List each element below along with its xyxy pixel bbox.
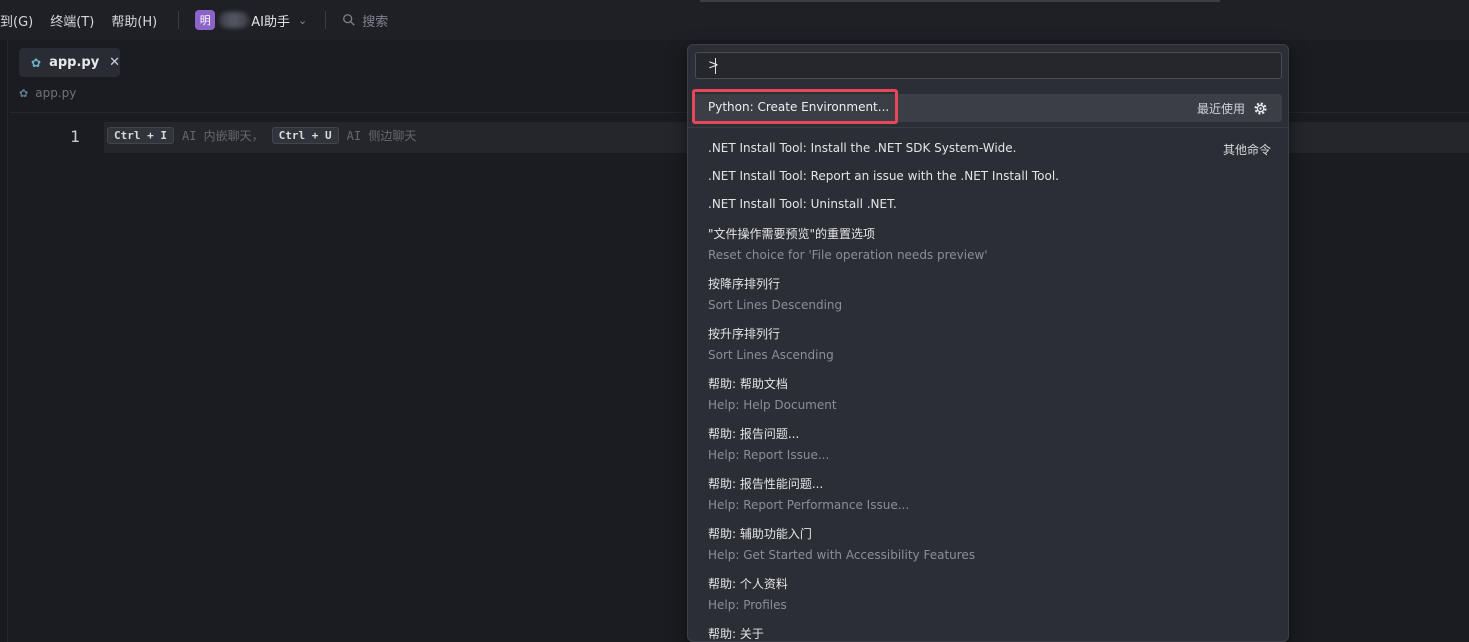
command-subtitle: Help: Get Started with Accessibility Fea… bbox=[708, 548, 976, 562]
menu-divider bbox=[325, 11, 327, 29]
recent-tag: 最近使用 bbox=[1197, 100, 1268, 117]
tab-app-py[interactable]: ✿ app.py ✕ bbox=[19, 48, 120, 77]
command-item[interactable]: 帮助: 辅助功能入门 bbox=[708, 525, 812, 542]
text-cursor bbox=[715, 58, 716, 74]
chevron-down-icon: ⌄ bbox=[297, 13, 308, 27]
gear-icon[interactable] bbox=[1253, 101, 1268, 116]
annotation-highlight-box bbox=[692, 89, 898, 124]
shortcut-key: Ctrl + I bbox=[107, 127, 174, 144]
command-item[interactable]: 帮助: 个人资料 bbox=[708, 575, 788, 592]
command-item[interactable]: 帮助: 报告性能问题... bbox=[708, 475, 823, 492]
command-subtitle: Help: Report Issue... bbox=[708, 448, 830, 462]
command-subtitle: Reset choice for 'File operation needs p… bbox=[708, 248, 988, 262]
command-item[interactable]: 帮助: 关于 bbox=[708, 625, 764, 641]
recent-label: 最近使用 bbox=[1196, 102, 1245, 116]
command-item[interactable]: .NET Install Tool: Report an issue with … bbox=[708, 169, 1059, 183]
project-switcher[interactable]: 明 AI助手 ⌄ bbox=[195, 10, 307, 30]
line-number: 1 bbox=[70, 127, 80, 146]
activity-strip bbox=[0, 40, 8, 642]
command-item[interactable]: "文件操作需要预览"的重置选项 bbox=[708, 225, 875, 242]
command-item[interactable]: 按降序排列行 bbox=[708, 275, 780, 292]
group-label: 其他命令 bbox=[1222, 143, 1271, 157]
window-top-border bbox=[700, 0, 1220, 2]
search-icon bbox=[343, 14, 355, 26]
menu-help[interactable]: 帮助(H) bbox=[111, 11, 157, 30]
project-name: AI助手 bbox=[251, 14, 290, 30]
menu-bar: 到(G) 终端(T) 帮助(H) 明 AI助手 ⌄ 搜索 bbox=[0, 0, 1469, 40]
command-subtitle: Help: Report Performance Issue... bbox=[708, 498, 910, 512]
search-placeholder: 搜索 bbox=[362, 14, 389, 30]
menu-goto[interactable]: 到(G) bbox=[0, 11, 33, 30]
command-subtitle: Sort Lines Descending bbox=[708, 298, 843, 312]
hint-text: AI 内嵌聊天， bbox=[181, 129, 264, 143]
palette-divider bbox=[688, 127, 1288, 128]
command-item[interactable]: 帮助: 报告问题... bbox=[708, 425, 799, 442]
command-subtitle: Help: Profiles bbox=[708, 598, 787, 612]
global-search[interactable]: 搜索 bbox=[342, 11, 388, 30]
command-item[interactable]: 帮助: 帮助文档 bbox=[708, 375, 788, 392]
close-icon[interactable]: ✕ bbox=[109, 55, 120, 70]
command-item[interactable]: 按升序排列行 bbox=[708, 325, 780, 342]
redacted-name bbox=[219, 12, 250, 28]
breadcrumb-file[interactable]: app.py bbox=[35, 86, 76, 100]
menu-terminal[interactable]: 终端(T) bbox=[50, 11, 94, 30]
command-subtitle: Help: Help Document bbox=[708, 398, 837, 412]
command-palette: Python: Create Environment... 最近使用 其他命令 … bbox=[687, 44, 1289, 642]
python-file-icon: ✿ bbox=[31, 55, 42, 70]
ai-hint: Ctrl + I AI 内嵌聊天， Ctrl + U AI 侧边聊天 bbox=[107, 127, 424, 144]
menu-divider bbox=[178, 11, 180, 29]
project-badge: 明 bbox=[195, 10, 216, 30]
shortcut-key: Ctrl + U bbox=[271, 127, 339, 144]
command-subtitle: Sort Lines Ascending bbox=[708, 348, 834, 362]
command-item[interactable]: .NET Install Tool: Uninstall .NET. bbox=[708, 197, 897, 211]
command-input[interactable] bbox=[695, 52, 1282, 79]
command-item[interactable]: .NET Install Tool: Install the .NET SDK … bbox=[708, 141, 1016, 155]
hint-text: AI 侧边聊天 bbox=[346, 129, 417, 143]
python-file-icon: ✿ bbox=[19, 86, 29, 100]
tab-label: app.py bbox=[49, 55, 100, 70]
breadcrumb: ✿ app.py bbox=[19, 86, 76, 100]
